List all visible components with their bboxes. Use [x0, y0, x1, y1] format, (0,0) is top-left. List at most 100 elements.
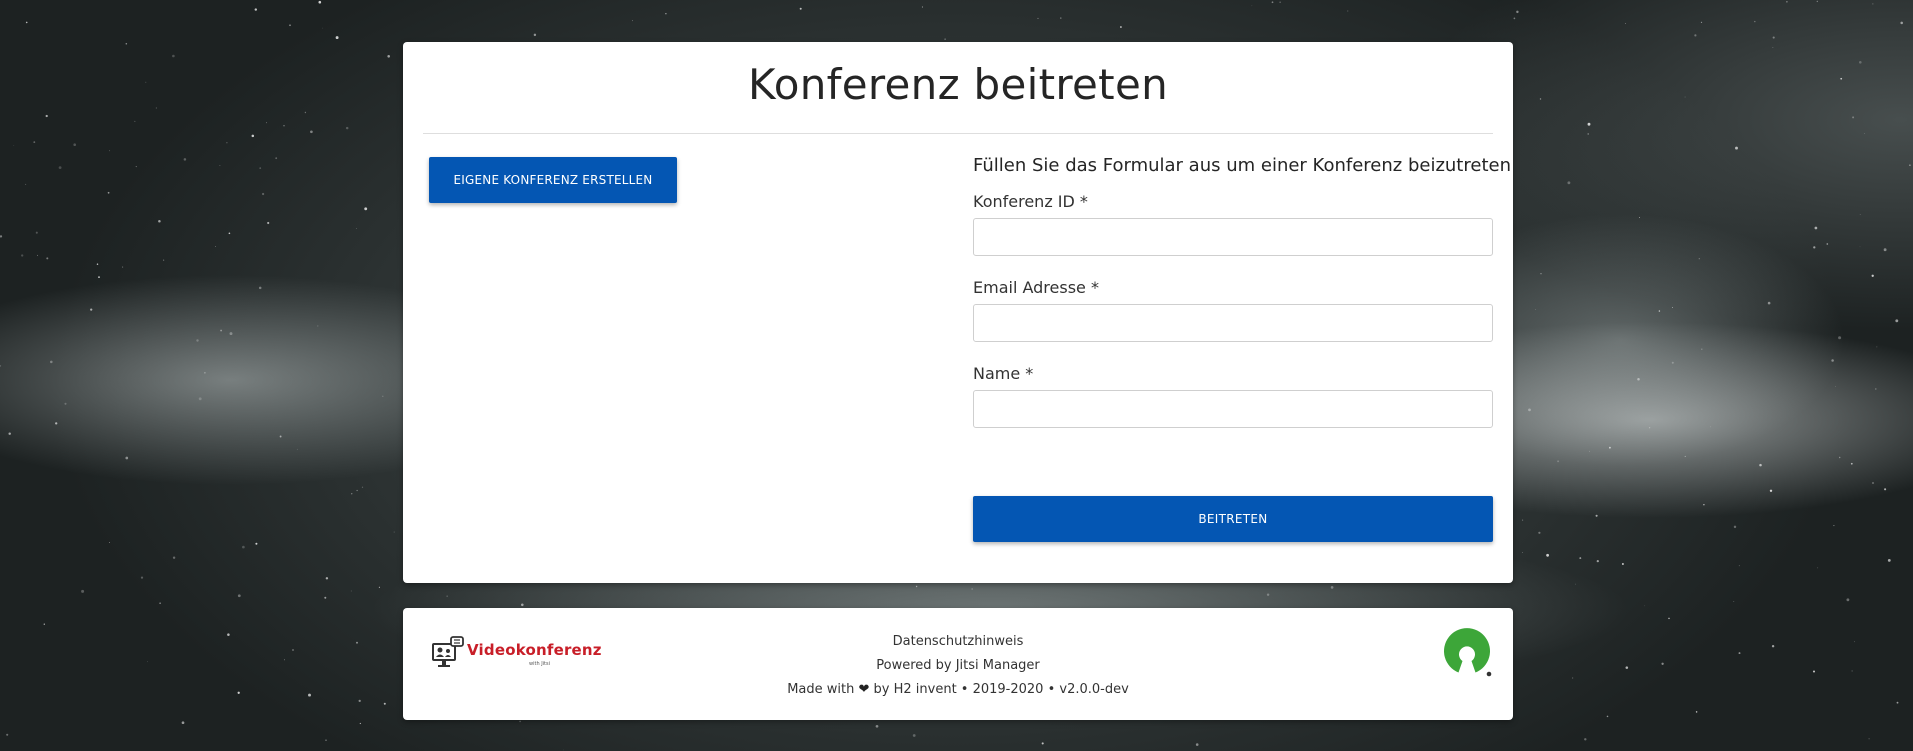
star-dot	[181, 721, 185, 725]
privacy-link[interactable]: Datenschutzhinweis	[893, 634, 1024, 649]
star-dot	[204, 372, 206, 374]
star-dot	[1621, 563, 1624, 565]
star-dot	[1883, 248, 1887, 252]
star-dot	[163, 259, 165, 261]
star-dot	[258, 286, 262, 290]
star-dot	[107, 191, 110, 194]
star-dot	[198, 397, 202, 401]
star-dot	[1522, 552, 1523, 553]
star-dot	[799, 7, 802, 10]
star-dot	[109, 541, 110, 543]
star-dot	[1037, 17, 1039, 19]
conference-id-input[interactable]	[973, 218, 1493, 256]
powered-by-link[interactable]: Powered by Jitsi Manager	[876, 658, 1040, 673]
star-dot	[915, 585, 918, 588]
star-dot	[318, 0, 322, 4]
star-dot	[335, 36, 339, 40]
star-dot	[0, 235, 3, 238]
star-dot	[1700, 21, 1703, 24]
star-dot	[0, 365, 2, 367]
star-dot	[1596, 559, 1599, 563]
star-dot	[275, 157, 278, 160]
star-dot	[242, 545, 245, 549]
star-dot	[159, 602, 161, 604]
star-dot	[1817, 567, 1819, 569]
star-dot	[1279, 1, 1281, 3]
star-dot	[1522, 519, 1524, 521]
star-dot	[1864, 133, 1865, 134]
star-dot	[155, 107, 157, 109]
footer: Videokonferenz with Jitsi Datenschutzhin…	[403, 608, 1513, 720]
star-dot	[1859, 61, 1862, 64]
star-dot	[284, 659, 286, 661]
star-dot	[21, 254, 24, 257]
star-dot	[1644, 605, 1646, 607]
star-dot	[533, 33, 537, 37]
email-label: Email Adresse *	[973, 278, 1099, 297]
star-dot	[325, 577, 329, 580]
star-dot	[1909, 164, 1911, 166]
star-dot	[310, 130, 313, 134]
star-dot	[1738, 652, 1741, 655]
star-dot	[308, 693, 311, 697]
star-dot	[37, 254, 38, 256]
star-dot	[351, 493, 353, 495]
star-dot	[1041, 742, 1044, 745]
star-dot	[1694, 34, 1697, 37]
star-dot	[267, 221, 270, 225]
star-dot	[1637, 378, 1640, 381]
star-dot	[215, 245, 217, 247]
star-dot	[1767, 301, 1771, 305]
star-dot	[1872, 3, 1874, 5]
star-dot	[1538, 531, 1541, 534]
star-dot	[1546, 553, 1549, 557]
star-dot	[1710, 426, 1711, 428]
star-dot	[237, 691, 240, 694]
star-dot	[1840, 77, 1843, 80]
star-dot	[13, 145, 15, 146]
star-dot	[50, 360, 53, 364]
star-dot	[289, 24, 291, 27]
create-own-conference-button[interactable]: EIGENE KONFERENZ ERSTELLEN	[429, 157, 677, 203]
star-dot	[259, 167, 262, 169]
star-dot	[350, 590, 352, 592]
star-dot	[283, 125, 285, 127]
email-input[interactable]	[973, 304, 1493, 342]
star-dot	[875, 724, 879, 728]
star-dot	[1816, 0, 1818, 3]
name-input[interactable]	[973, 390, 1493, 428]
star-dot	[229, 332, 233, 336]
star-dot	[446, 595, 448, 597]
star-dot	[1839, 456, 1841, 459]
open-source-initiative-icon[interactable]	[1441, 628, 1493, 680]
star-dot	[98, 276, 100, 278]
star-dot	[944, 38, 946, 40]
star-dot	[1838, 336, 1842, 340]
join-button[interactable]: BEITRETEN	[973, 496, 1493, 542]
star-dot	[1668, 617, 1670, 620]
star-dot	[90, 308, 93, 311]
star-dot	[378, 586, 380, 588]
star-dot	[1625, 23, 1626, 24]
star-dot	[1846, 598, 1850, 602]
star-dot	[135, 166, 137, 168]
star-dot	[1703, 503, 1705, 506]
star-dot	[383, 702, 386, 705]
page-title: Konferenz beitreten	[747, 60, 1169, 109]
star-dot	[1271, 1, 1274, 4]
star-dot	[226, 142, 228, 144]
star-dot	[261, 192, 265, 196]
star-dot	[1579, 557, 1582, 560]
star-dot	[1695, 711, 1698, 713]
star-dot	[1540, 273, 1542, 275]
star-dot	[1835, 385, 1836, 387]
made-with-prefix: Made with	[787, 682, 855, 697]
star-dot	[1567, 181, 1571, 185]
footer-links: Datenschutzhinweis Powered by Jitsi Mana…	[403, 630, 1513, 702]
star-dot	[1588, 450, 1590, 452]
star-dot	[519, 720, 521, 723]
star-dot	[1812, 670, 1816, 673]
form-heading: Füllen Sie das Formular aus um einer Kon…	[973, 155, 1511, 176]
star-dot	[1195, 743, 1199, 746]
star-dot	[912, 734, 916, 737]
